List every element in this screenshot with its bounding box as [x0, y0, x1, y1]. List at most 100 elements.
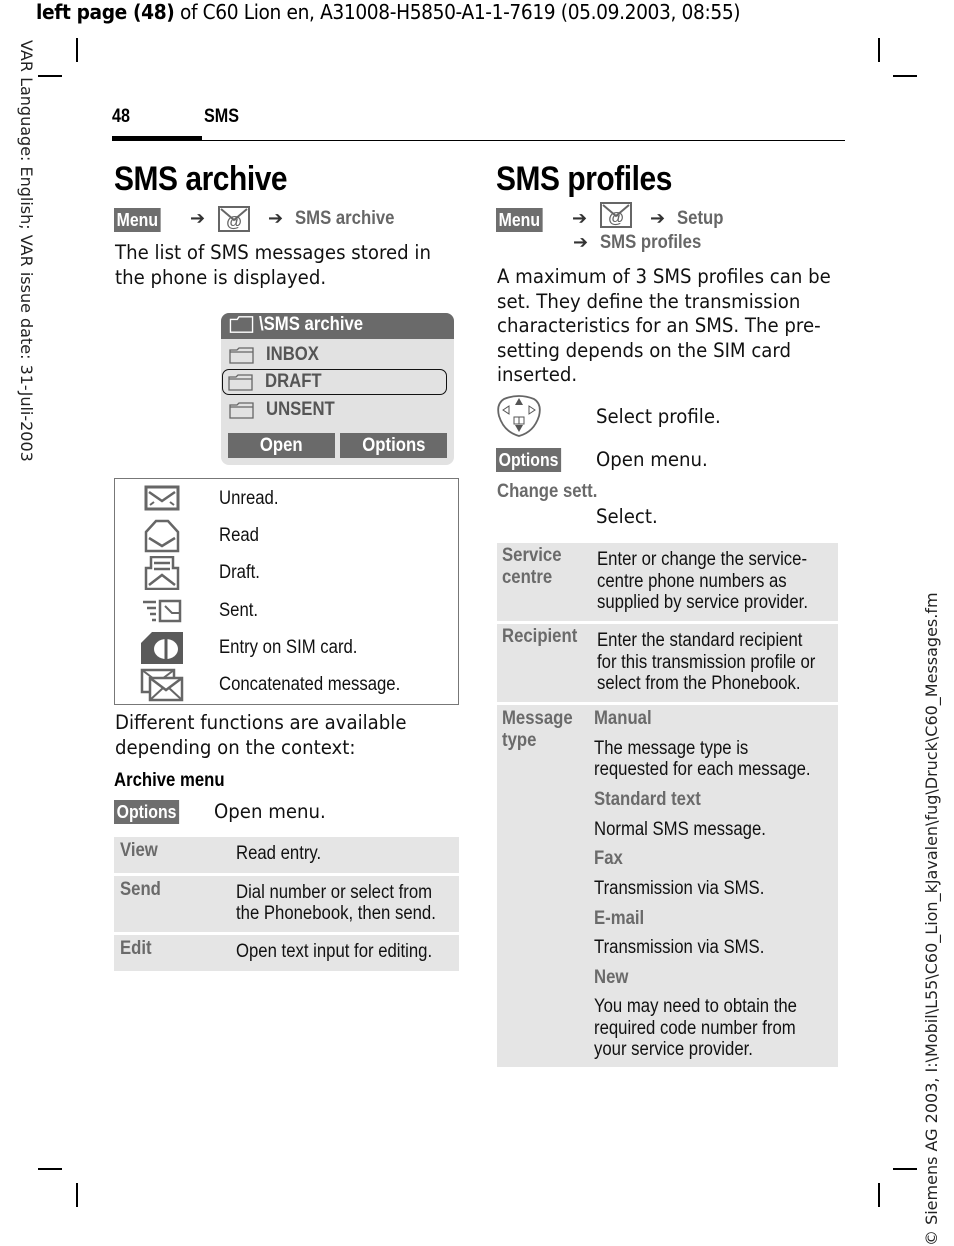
crop-mark — [38, 75, 62, 77]
legend-row: Draft. — [115, 556, 455, 594]
change-settings-label[interactable]: Change sett. — [497, 481, 597, 503]
options-softkey[interactable]: Options — [496, 448, 562, 472]
intro-line: The list of SMS messages stored in — [115, 241, 431, 264]
profiles-intro-text: A maximum of 3 SMS profiles can be set. … — [497, 265, 831, 388]
setting-key: Recipient — [502, 626, 578, 647]
functions-line: Different functions are available — [115, 711, 407, 734]
arrow-icon: ➔ — [650, 208, 666, 229]
folder-item-unsent[interactable]: UNSENT — [223, 397, 447, 423]
setting-value: centre phone numbers as — [597, 571, 787, 592]
message-type-desc: Transmission via SMS. — [594, 937, 765, 958]
intro-line: set. They define the transmission — [497, 289, 801, 313]
message-type-desc: You may need to obtain the — [594, 996, 797, 1017]
select-profile-text: Select profile. — [596, 405, 721, 428]
option-value: the Phonebook, then send. — [236, 903, 436, 924]
setting-value: Enter the standard recipient — [597, 630, 803, 651]
intro-line: inserted. — [497, 363, 578, 386]
options-button[interactable]: Options — [340, 433, 447, 458]
side-text-right-label: © Siemens AG 2003, I:\Mobil\L55\C60_Lion… — [922, 592, 941, 1246]
open-button[interactable]: Open — [228, 433, 335, 458]
breadcrumb-setup[interactable]: Setup — [677, 208, 723, 230]
arrow-icon: ➔ — [573, 232, 589, 253]
breadcrumb-sms-profiles[interactable]: SMS profiles — [600, 232, 701, 254]
message-type-desc: Transmission via SMS. — [594, 878, 765, 899]
option-value: Open text input for editing. — [236, 941, 433, 962]
setting-row-recipient[interactable]: Recipient Enter the standard recipient f… — [497, 624, 838, 702]
folder-label: DRAFT — [265, 371, 322, 392]
message-type-option-standard-text[interactable]: Standard text — [594, 789, 701, 811]
crop-mark — [893, 1168, 917, 1170]
intro-line: characteristics for an SMS. The pre- — [497, 314, 821, 337]
options-button-label: Options — [361, 435, 426, 456]
crop-mark — [76, 38, 78, 62]
setting-key: centre — [502, 567, 553, 588]
breadcrumb-sms-archive[interactable]: SMS archive — [295, 208, 394, 230]
navigation-key-icon[interactable] — [496, 394, 542, 438]
setting-value: Enter or change the service- — [597, 549, 808, 570]
arrow-icon: ➔ — [190, 208, 206, 229]
folder-item-inbox[interactable]: INBOX — [223, 342, 447, 368]
print-header-page: left page (48) — [36, 0, 175, 24]
crop-mark — [878, 38, 880, 62]
legend-label: Read — [219, 525, 259, 546]
setting-row-message-type[interactable]: Message type Manual The message type is … — [497, 705, 838, 1067]
message-type-desc: requested for each message. — [594, 759, 811, 780]
setting-key: Service — [502, 545, 562, 566]
crop-mark — [38, 1168, 62, 1170]
legend-label: Entry on SIM card. — [219, 637, 358, 658]
folder-icon — [229, 347, 254, 364]
intro-line: the phone is displayed. — [115, 265, 327, 289]
folder-label: UNSENT — [266, 399, 335, 420]
option-row-send[interactable]: Send Dial number or select from the Phon… — [114, 876, 459, 932]
legend-label: Concatenated message. — [219, 674, 401, 695]
icon-legend: Unread. Read Draft. Sent. Entry on SIM c… — [114, 478, 459, 705]
options-softkey[interactable]: Options — [114, 800, 180, 824]
message-type-option-new[interactable]: New — [594, 967, 628, 989]
intro-line: A maximum of 3 SMS profiles can be — [497, 265, 831, 288]
option-value: Read entry. — [236, 843, 322, 864]
crop-mark — [878, 1183, 880, 1207]
setting-value: supplied by service provider. — [597, 592, 808, 613]
sent-icon — [143, 599, 182, 623]
option-row-edit[interactable]: Edit Open text input for editing. — [114, 935, 459, 971]
nav-path-sms-archive: Menu ➔ @ ➔ SMS archive — [114, 206, 394, 234]
crop-mark — [76, 1183, 78, 1207]
draft-icon — [144, 556, 180, 590]
option-key: View — [120, 840, 158, 861]
unread-envelope-icon — [144, 485, 180, 511]
message-type-desc: your service provider. — [594, 1039, 753, 1060]
folder-item-draft[interactable]: DRAFT — [222, 369, 447, 395]
message-type-option-email[interactable]: E-mail — [594, 908, 644, 930]
folder-icon — [229, 402, 254, 419]
open-button-label: Open — [260, 435, 303, 456]
option-key: Edit — [120, 938, 152, 959]
print-header-doc: of C60 Lion en, A31008-H5850-A1-1-7619 (… — [174, 0, 741, 24]
open-menu-text: Open menu. — [214, 800, 326, 823]
select-text: Select. — [596, 505, 658, 528]
phone-screen-title-bar: \SMS archive — [221, 313, 454, 339]
header-rule — [112, 140, 845, 141]
menu-softkey[interactable]: Menu — [496, 208, 543, 232]
archive-menu-heading: Archive menu — [114, 770, 225, 791]
intro-line: setting depends on the SIM card — [497, 338, 792, 362]
svg-text:@: @ — [608, 210, 624, 226]
concatenated-message-icon — [140, 668, 184, 702]
phone-screen: \SMS archive INBOX DRAFT UNSENT Open Opt… — [221, 313, 454, 465]
menu-softkey[interactable]: Menu — [114, 208, 161, 232]
folder-label: INBOX — [266, 344, 319, 365]
messages-at-icon: @ — [600, 202, 632, 228]
legend-label: Draft. — [219, 562, 260, 583]
crop-mark — [893, 75, 917, 77]
functions-line: depending on the context: — [115, 735, 356, 759]
print-header: left page (48) of C60 Lion en, A31008-H5… — [36, 0, 741, 24]
read-envelope-icon — [144, 519, 180, 553]
legend-row: Unread. — [115, 482, 455, 520]
message-type-option-fax[interactable]: Fax — [594, 848, 623, 870]
setting-value: for this transmission profile or — [597, 652, 816, 673]
message-type-desc: required code number from — [594, 1018, 796, 1039]
setting-row-service-centre[interactable]: Service centre Enter or change the servi… — [497, 543, 838, 621]
arrow-icon: ➔ — [572, 208, 588, 229]
option-row-view[interactable]: View Read entry. — [114, 837, 459, 873]
side-text-left-label: VAR Language: English; VAR issue date: 3… — [17, 40, 36, 462]
message-type-option-manual[interactable]: Manual — [594, 708, 652, 730]
